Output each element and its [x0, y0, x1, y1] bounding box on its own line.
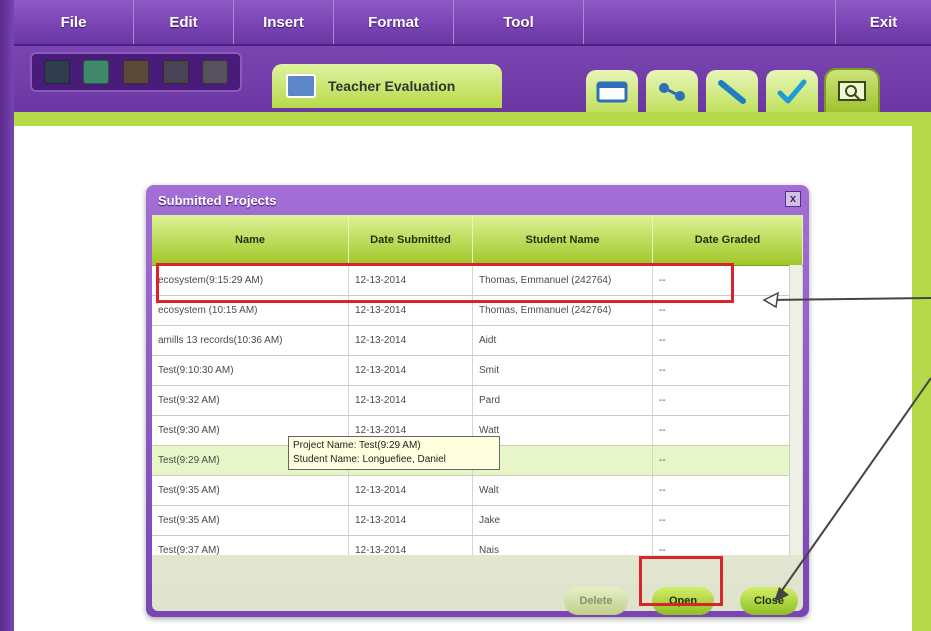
menu-file[interactable]: File — [14, 0, 134, 44]
film-icon[interactable] — [122, 60, 149, 84]
tool-evaluation-button[interactable] — [824, 68, 880, 116]
cell-name: Test(9:10:30 AM) — [152, 356, 349, 385]
tooltip-project-name: Project Name: Test(9:29 AM) — [293, 440, 421, 451]
table-header: Name Date Submitted Student Name Date Gr… — [152, 215, 803, 266]
cell-date-graded: -- — [653, 506, 803, 535]
delete-button[interactable]: Delete — [564, 587, 628, 615]
menu-spacer — [584, 0, 836, 44]
cell-date-graded: -- — [653, 326, 803, 355]
window-icon — [596, 81, 628, 103]
table-row[interactable]: Test(9:37 AM) 12-13-2014 Nais -- — [152, 536, 803, 555]
cell-student-name: Nais — [473, 536, 653, 555]
table-row[interactable]: Test(9:35 AM) 12-13-2014 Jake -- — [152, 506, 803, 536]
link-icon — [659, 83, 685, 101]
cell-date-graded: -- — [653, 386, 803, 415]
table-row[interactable]: Test(9:35 AM) 12-13-2014 Walt -- — [152, 476, 803, 506]
cell-date-graded: -- — [653, 416, 803, 445]
table-scrollbar[interactable] — [789, 265, 802, 555]
row-tooltip: Project Name: Test(9:29 AM) Student Name… — [288, 436, 500, 470]
magnifier-icon — [838, 81, 866, 102]
menu-insert[interactable]: Insert — [234, 0, 334, 44]
pencil-icon — [718, 80, 746, 104]
cell-date-graded: -- — [653, 536, 803, 555]
cell-date-submitted: 12-13-2014 — [349, 476, 473, 505]
right-edge-band — [912, 112, 931, 631]
close-button[interactable]: Close — [740, 587, 798, 615]
cell-date-submitted: 12-13-2014 — [349, 356, 473, 385]
check-icon — [777, 79, 807, 104]
tab-strip-band — [14, 112, 931, 126]
toolbar: Teacher Evaluation — [14, 46, 931, 116]
cell-name: Test(9:35 AM) — [152, 476, 349, 505]
menu-exit[interactable]: Exit — [836, 0, 931, 44]
folder-icon[interactable] — [202, 60, 229, 84]
cell-date-graded: -- — [653, 356, 803, 385]
column-header-student-name[interactable]: Student Name — [473, 215, 653, 265]
cell-name: Test(9:32 AM) — [152, 386, 349, 415]
cell-date-submitted: 12-13-2014 — [349, 326, 473, 355]
highlight-box-first-row — [156, 263, 734, 303]
table-body: ecosystem(9:15:29 AM) 12-13-2014 Thomas, E… — [152, 266, 803, 555]
app-window: File Edit Insert Format Tool Exit Teache… — [0, 0, 931, 631]
menu-edit[interactable]: Edit — [134, 0, 234, 44]
cell-student-name: Watt — [473, 416, 653, 445]
column-header-date-submitted[interactable]: Date Submitted — [349, 215, 473, 265]
cell-date-graded: -- — [653, 476, 803, 505]
camera-icon[interactable] — [83, 60, 110, 84]
cell-date-submitted: 12-13-2014 — [349, 506, 473, 535]
evaluation-icon — [286, 74, 316, 98]
left-rail — [0, 0, 14, 631]
cell-student-name: Aidt — [473, 326, 653, 355]
tool-check-button[interactable] — [766, 70, 818, 114]
quick-tools — [30, 52, 242, 92]
column-header-date-graded[interactable]: Date Graded — [653, 215, 803, 265]
cell-student-name: Walt — [473, 476, 653, 505]
cell-name: amills 13 records(10:36 AM) — [152, 326, 349, 355]
menu-bar: File Edit Insert Format Tool Exit — [14, 0, 931, 46]
cell-student-name: Jake — [473, 506, 653, 535]
table-row[interactable]: Test(9:10:30 AM) 12-13-2014 Smit -- — [152, 356, 803, 386]
menu-format[interactable]: Format — [334, 0, 454, 44]
notebook-icon[interactable] — [162, 60, 189, 84]
submitted-projects-dialog: Submitted Projects x Name Date Submitted… — [146, 185, 809, 617]
dialog-close-icon[interactable]: x — [785, 191, 801, 207]
tool-pencil-button[interactable] — [706, 70, 758, 114]
cell-student-name — [473, 446, 653, 475]
cell-date-submitted: 12-13-2014 — [349, 386, 473, 415]
tab-label: Teacher Evaluation — [328, 78, 456, 94]
table-row[interactable]: Test(9:32 AM) 12-13-2014 Pard -- — [152, 386, 803, 416]
printer-icon[interactable] — [43, 60, 70, 84]
cell-date-submitted: 12-13-2014 — [349, 536, 473, 555]
cell-date-graded: -- — [653, 446, 803, 475]
cell-student-name: Smit — [473, 356, 653, 385]
tooltip-student-name: Student Name: Longuefiee, Daniel — [293, 454, 446, 465]
highlight-box-open-button — [639, 556, 723, 606]
cell-name: Test(9:37 AM) — [152, 536, 349, 555]
dialog-body: Name Date Submitted Student Name Date Gr… — [152, 215, 803, 615]
dialog-title: Submitted Projects — [158, 193, 277, 208]
tab-teacher-evaluation[interactable]: Teacher Evaluation — [272, 64, 502, 108]
table-row[interactable]: amills 13 records(10:36 AM) 12-13-2014 Aid… — [152, 326, 803, 356]
menu-tool[interactable]: Tool — [454, 0, 584, 44]
tool-window-button[interactable] — [586, 70, 638, 114]
cell-name: Test(9:35 AM) — [152, 506, 349, 535]
tool-link-button[interactable] — [646, 70, 698, 114]
column-header-name[interactable]: Name — [152, 215, 349, 265]
cell-student-name: Pard — [473, 386, 653, 415]
